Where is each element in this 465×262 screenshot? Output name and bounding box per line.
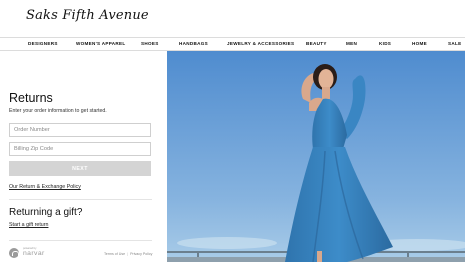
footer-divider [9,240,152,241]
nav-item-designers[interactable]: DESIGNERS [28,41,58,46]
nav-item-home[interactable]: HOME [412,41,427,46]
site-header: Saks Fifth Avenue [0,0,465,37]
nav-item-sale[interactable]: SALE [448,41,461,46]
next-button[interactable]: NEXT [9,161,151,176]
billing-zip-input[interactable] [9,142,151,156]
nav-item-beauty[interactable]: BEAUTY [306,41,327,46]
hero-photo-illustration [167,51,465,262]
returns-panel: Returns Enter your order information to … [0,51,166,262]
nav-item-handbags[interactable]: HANDBAGS [179,41,208,46]
nav-item-kids[interactable]: KIDS [379,41,391,46]
nav-item-jewelry-accessories[interactable]: JEWELRY & ACCESSORIES [227,41,294,46]
footer-links: Terms of Use | Privacy Policy [104,252,152,256]
section-divider [9,199,152,200]
face [318,69,334,89]
narvar-wordmark: narvar [23,250,45,257]
narvar-logo-icon [9,248,19,258]
nav-item-men[interactable]: MEN [346,41,357,46]
saks-logo[interactable]: Saks Fifth Avenue [26,8,149,23]
leg [317,251,322,262]
terms-of-use-link[interactable]: Terms of Use [104,252,125,256]
neck [322,87,330,99]
main-navigation: DESIGNERS WOMEN'S APPAREL SHOES HANDBAGS… [0,37,465,51]
cloud [177,237,277,249]
gift-return-heading: Returning a gift? [9,207,83,218]
returns-subtitle: Enter your order information to get star… [9,108,107,114]
powered-by-narvar[interactable]: powered by narvar [9,247,69,259]
return-policy-link[interactable]: Our Return & Exchange Policy [9,184,81,190]
start-gift-return-link[interactable]: Start a gift return [9,222,48,228]
privacy-policy-link[interactable]: Privacy Policy [130,252,152,256]
nav-item-shoes[interactable]: SHOES [141,41,159,46]
nav-item-womens-apparel[interactable]: WOMEN'S APPAREL [76,41,126,46]
footer-separator: | [127,252,129,256]
hero-image [167,51,465,262]
returns-title: Returns [9,91,53,105]
order-number-input[interactable] [9,123,151,137]
